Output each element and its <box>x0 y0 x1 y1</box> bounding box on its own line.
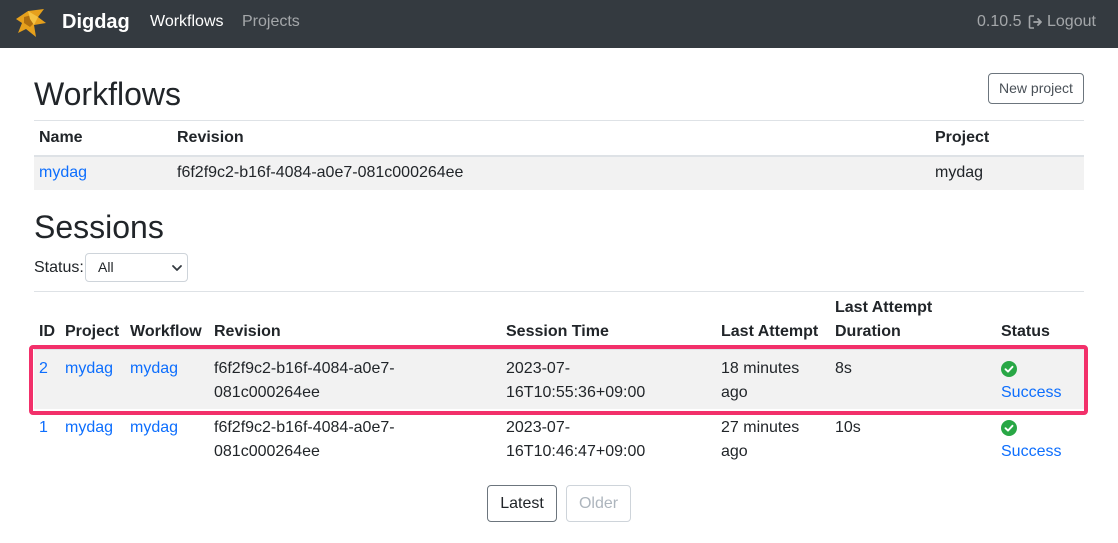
col-session-time-header: Session Time <box>501 292 716 350</box>
check-circle-icon <box>1001 420 1017 436</box>
session-time: 2023-07- 16T10:55:36+09:00 <box>501 349 716 409</box>
session-row: 2 mydag mydag f6f2f9c2-b16f-4084-a0e7- 0… <box>34 349 1084 409</box>
session-time-line2: 16T10:55:36+09:00 <box>506 384 646 401</box>
col-workflow-header: Workflow <box>125 292 209 350</box>
session-revision: f6f2f9c2-b16f-4084-a0e7- 081c000264ee <box>209 349 501 409</box>
last-attempt-line1: 27 minutes <box>721 419 800 436</box>
col-duration-header: Last Attempt Duration <box>830 292 996 350</box>
session-revision-line1: f6f2f9c2-b16f-4084-a0e7- <box>214 360 395 377</box>
session-revision: f6f2f9c2-b16f-4084-a0e7- 081c000264ee <box>209 409 501 468</box>
nav-workflows-link[interactable]: Workflows <box>150 12 224 32</box>
session-status: Success <box>996 349 1084 409</box>
status-success-link[interactable]: Success <box>1001 384 1061 401</box>
col-project-header: Project <box>930 120 1084 157</box>
col-last-attempt-header: Last Attempt <box>716 292 830 350</box>
col-duration-header-line2: Duration <box>835 323 901 340</box>
workflows-table: Name Revision Project mydag f6f2f9c2-b16… <box>34 120 1084 190</box>
col-name-header: Name <box>34 120 172 157</box>
session-time-line2: 16T10:46:47+09:00 <box>506 443 646 460</box>
sessions-table: ID Project Workflow Revision Session Tim… <box>34 292 1084 468</box>
col-status-header: Status <box>996 292 1084 350</box>
session-id-link[interactable]: 2 <box>39 360 48 377</box>
navbar: Digdag Workflows Projects 0.10.5 Logout <box>0 0 1118 48</box>
session-status: Success <box>996 409 1084 468</box>
workflow-revision: f6f2f9c2-b16f-4084-a0e7-081c000264ee <box>172 155 930 190</box>
status-success-link[interactable]: Success <box>1001 443 1061 460</box>
session-last-attempt: 27 minutes ago <box>716 409 830 468</box>
last-attempt-line1: 18 minutes <box>721 360 800 377</box>
last-attempt-line2: ago <box>721 384 748 401</box>
older-button[interactable]: Older <box>566 485 631 522</box>
col-project-header: Project <box>60 292 125 350</box>
logout-label: Logout <box>1047 13 1096 30</box>
latest-button[interactable]: Latest <box>487 485 557 522</box>
session-workflow-link[interactable]: mydag <box>130 419 178 436</box>
status-filter-label: Status: <box>34 259 84 276</box>
last-attempt-line2: ago <box>721 443 748 460</box>
session-id-link[interactable]: 1 <box>39 419 48 436</box>
col-duration-header-line1: Last Attempt <box>835 299 933 316</box>
session-revision-line2: 081c000264ee <box>214 443 320 460</box>
status-filter-select[interactable]: All <box>85 253 188 282</box>
sign-out-icon <box>1028 15 1042 29</box>
session-time-line1: 2023-07- <box>506 419 571 436</box>
col-revision-header: Revision <box>172 120 930 157</box>
col-revision-header: Revision <box>209 292 501 350</box>
brand-name[interactable]: Digdag <box>62 10 130 34</box>
session-revision-line1: f6f2f9c2-b16f-4084-a0e7- <box>214 419 395 436</box>
session-project-link[interactable]: mydag <box>65 360 113 377</box>
workflow-row: mydag f6f2f9c2-b16f-4084-a0e7-081c000264… <box>34 155 1084 190</box>
workflow-project: mydag <box>930 155 1084 190</box>
session-time-line1: 2023-07- <box>506 360 571 377</box>
logout-link[interactable]: Logout <box>1028 12 1096 32</box>
check-circle-icon <box>1001 361 1017 377</box>
sessions-heading: Sessions <box>34 209 164 245</box>
col-id-header: ID <box>34 292 60 350</box>
session-workflow-link[interactable]: mydag <box>130 360 178 377</box>
digdag-logo-icon[interactable] <box>14 5 48 41</box>
version-label: 0.10.5 <box>977 13 1022 30</box>
session-duration: 10s <box>835 419 861 436</box>
workflows-header-row: Name Revision Project <box>34 120 1084 157</box>
session-time: 2023-07- 16T10:46:47+09:00 <box>501 409 716 468</box>
session-project-link[interactable]: mydag <box>65 419 113 436</box>
sessions-header-row: ID Project Workflow Revision Session Tim… <box>34 292 1084 350</box>
nav-projects-link[interactable]: Projects <box>242 12 300 32</box>
new-project-button[interactable]: New project <box>988 73 1084 104</box>
workflow-name-link[interactable]: mydag <box>39 164 87 181</box>
session-revision-line2: 081c000264ee <box>214 384 320 401</box>
session-duration: 8s <box>830 349 996 409</box>
session-last-attempt: 18 minutes ago <box>716 349 830 409</box>
status-filter-value: All <box>98 259 114 275</box>
chevron-down-icon <box>172 265 182 271</box>
session-row: 1 mydag mydag f6f2f9c2-b16f-4084-a0e7- 0… <box>34 409 1084 468</box>
workflows-heading: Workflows <box>34 76 181 112</box>
